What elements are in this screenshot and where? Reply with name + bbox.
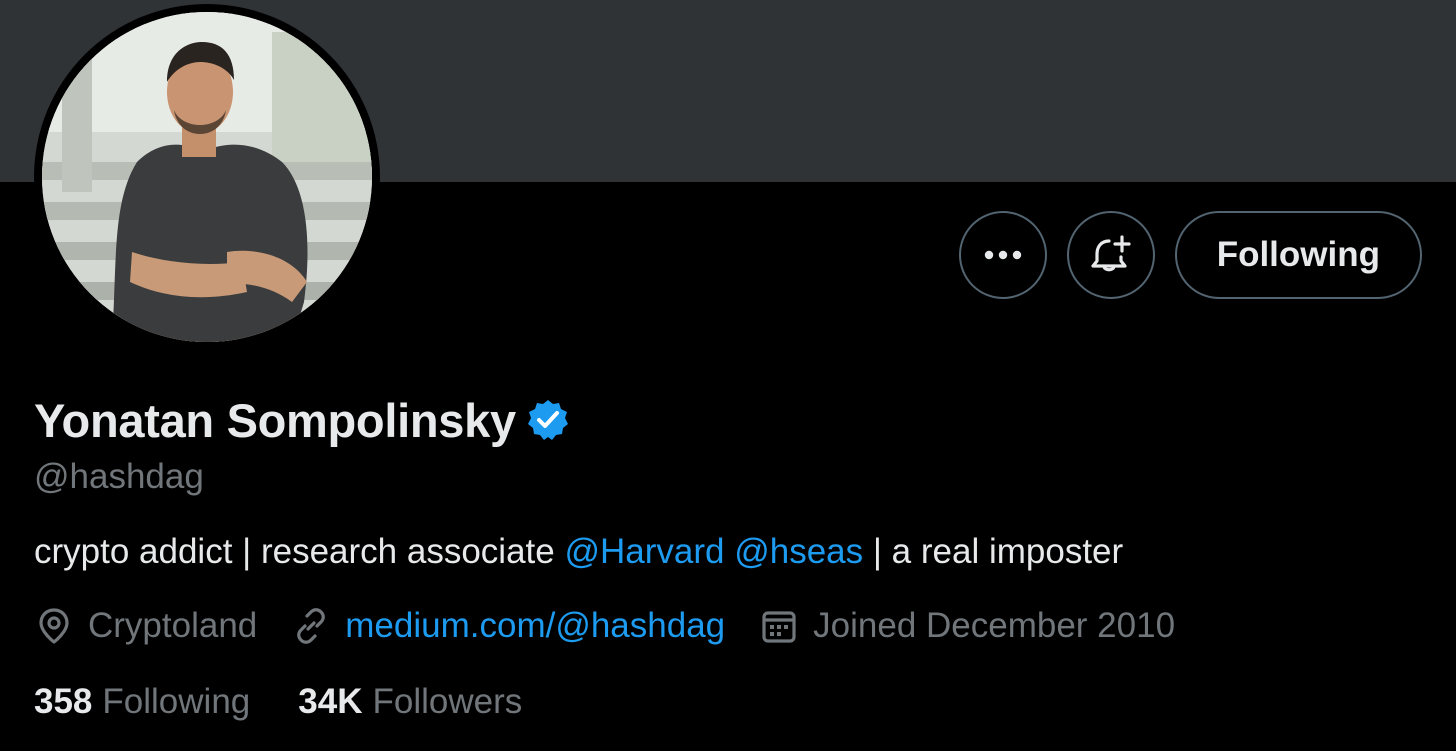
joined-item: Joined December 2010	[759, 606, 1175, 646]
notify-button[interactable]	[1066, 211, 1155, 299]
website-item: medium.com/@hashdag	[291, 606, 725, 646]
following-label: Following	[102, 682, 251, 721]
avatar-ring	[34, 4, 380, 350]
follow-stats: 358 Following 34K Followers	[34, 678, 1424, 726]
bell-plus-icon	[1091, 235, 1131, 272]
display-name: Yonatan Sompolinsky	[34, 393, 516, 447]
following-button[interactable]: Following	[1174, 211, 1422, 299]
calendar-icon	[762, 611, 796, 643]
verified-badge-icon[interactable]	[526, 398, 570, 442]
location-pin-icon	[39, 608, 69, 644]
followers-label: Followers	[372, 682, 523, 721]
location-text: Cryptoland	[88, 606, 258, 645]
bio-text-suffix: | a real imposter	[863, 532, 1124, 571]
website-link[interactable]: medium.com/@hashdag	[345, 606, 725, 646]
link-icon	[297, 608, 326, 644]
followers-stat-link[interactable]: 34K Followers	[298, 682, 522, 722]
bio-text-prefix: crypto addict | research associate	[34, 532, 565, 571]
location-item: Cryptoland	[34, 606, 257, 646]
avatar[interactable]	[42, 12, 372, 342]
bio-mention-hseas[interactable]: @hseas	[734, 532, 863, 571]
joined-text: Joined December 2010	[813, 606, 1176, 645]
bio-mention-harvard[interactable]: @Harvard	[564, 532, 724, 571]
followers-count: 34K	[298, 682, 363, 721]
name-row: Yonatan Sompolinsky	[34, 392, 1424, 448]
verified-badge-shape	[527, 400, 568, 440]
more-horizontal-icon	[984, 250, 1021, 260]
profile-page: Following Yonatan Sompolinsky @hashdag c…	[0, 0, 1456, 751]
bio: crypto addict | research associate @Harv…	[34, 528, 1424, 576]
user-handle: @hashdag	[34, 457, 204, 496]
more-button[interactable]	[958, 211, 1047, 299]
profile-info: Yonatan Sompolinsky @hashdag crypto addi…	[34, 392, 1424, 726]
profile-actions: Following	[958, 211, 1422, 299]
profile-meta: Cryptoland medium.com/@hashdag Joined De…	[34, 602, 1424, 650]
following-count: 358	[34, 682, 93, 721]
following-stat-link[interactable]: 358 Following	[34, 682, 250, 722]
avatar-photo	[42, 12, 372, 342]
